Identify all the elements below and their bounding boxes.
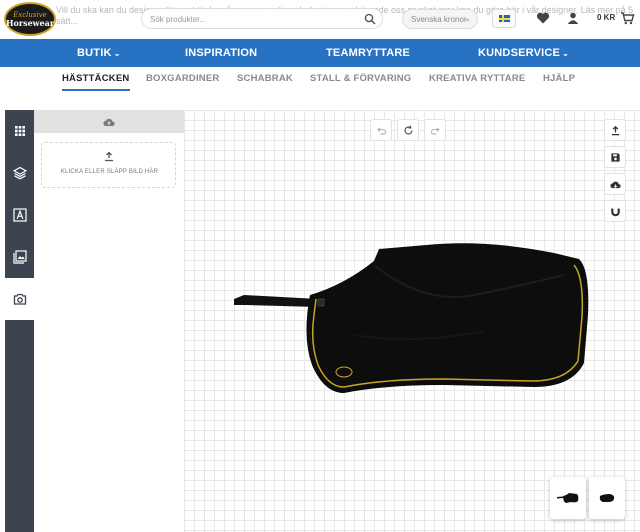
tool-templates[interactable]: [5, 110, 34, 152]
tab-schabrak[interactable]: SCHABRAK: [237, 73, 293, 84]
save-icon: [610, 152, 620, 162]
blanket-body: [306, 243, 589, 393]
save-button[interactable]: [604, 146, 626, 168]
strap-buckle-icon: [317, 298, 325, 307]
top-header: Vill du ska kan du designa ditt eget täc…: [0, 0, 640, 39]
reset-icon: [403, 125, 413, 135]
search-input[interactable]: [150, 12, 360, 26]
nav-item-teamryttare[interactable]: TEAMRYTTARE: [326, 39, 410, 67]
camera-icon: [13, 293, 26, 305]
currency-label: Svenska kronor: [411, 15, 467, 24]
tool-layers[interactable]: [5, 152, 34, 194]
thumbnail-view-left[interactable]: [550, 477, 586, 519]
search-icon[interactable]: [364, 13, 376, 25]
undo-icon: [376, 126, 386, 135]
snap-button[interactable]: [604, 200, 626, 222]
upload-panel-header: [34, 110, 184, 133]
upload-panel: KLICKA ELLER SLÄPP BILD HÄR: [34, 110, 184, 532]
logo-line2: Horsewear: [5, 17, 55, 28]
tab-hjalp[interactable]: HJÄLP: [543, 73, 575, 84]
layers-icon: [12, 166, 27, 180]
nav-item-label: BUTIK: [77, 47, 112, 59]
blanket-thumbnail-icon: [557, 493, 579, 503]
cloud-icon: [609, 181, 621, 188]
tab-stall-forvaring[interactable]: STALL & FÖRVARING: [310, 73, 411, 84]
swedish-flag-icon: [499, 15, 510, 22]
site-logo[interactable]: Exclusive Horsewear: [4, 2, 56, 36]
tab-boxgardiner[interactable]: BOXGARDINER: [146, 73, 219, 84]
image-icon: [12, 250, 27, 264]
user-icon[interactable]: [566, 11, 580, 25]
designer-tool-rail: [5, 110, 34, 532]
tab-hasttacken[interactable]: HÄSTTÄCKEN: [62, 73, 129, 84]
cloud-upload-icon: [103, 118, 115, 126]
export-button[interactable]: [604, 119, 626, 141]
upload-dropzone[interactable]: KLICKA ELLER SLÄPP BILD HÄR: [41, 142, 176, 188]
heart-icon[interactable]: [536, 11, 550, 25]
magnet-icon: [610, 206, 620, 216]
cart-total[interactable]: 0 KR: [597, 13, 615, 22]
chevron-down-icon: ⌄: [113, 49, 121, 58]
currency-select[interactable]: Svenska kronor ⌄: [402, 9, 478, 29]
tool-upload-photo[interactable]: [5, 278, 34, 320]
upload-icon: [105, 151, 113, 162]
nav-item-kundservice[interactable]: KUNDSERVICE ⌄: [478, 39, 569, 67]
nav-item-label: TEAMRYTTARE: [326, 47, 411, 59]
undo-button[interactable]: [370, 119, 392, 141]
category-nav: HÄSTTÄCKEN BOXGARDINER SCHABRAK STALL & …: [0, 67, 640, 95]
cloud-save-button[interactable]: [604, 173, 626, 195]
nav-item-label: KUNDSERVICE: [478, 47, 561, 59]
search-box: [141, 8, 383, 29]
upload-icon: [611, 125, 619, 135]
reset-button[interactable]: [397, 119, 419, 141]
blanket-thumbnail-icon: [599, 494, 615, 502]
main-nav: BUTIK ⌄ INSPIRATION TEAMRYTTARE KUNDSERVI…: [0, 39, 640, 67]
tool-images[interactable]: [5, 236, 34, 278]
horse-blanket-preview[interactable]: [234, 235, 594, 395]
nav-item-butik[interactable]: BUTIK ⌄: [77, 39, 121, 67]
cart-icon[interactable]: [620, 11, 635, 25]
nav-item-label: INSPIRATION: [185, 47, 258, 59]
tool-text[interactable]: [5, 194, 34, 236]
nav-item-inspiration[interactable]: INSPIRATION: [185, 39, 257, 67]
grid-icon: [14, 126, 25, 136]
text-icon: [12, 208, 27, 222]
upload-instruction: KLICKA ELLER SLÄPP BILD HÄR: [60, 169, 159, 175]
redo-button[interactable]: [424, 119, 446, 141]
tab-kreativa-ryttare[interactable]: KREATIVA RYTTARE: [429, 73, 525, 84]
chevron-down-icon: ⌄: [562, 49, 569, 58]
chevron-down-icon: ⌄: [464, 14, 471, 23]
design-canvas[interactable]: [184, 110, 640, 532]
thumbnail-view-right[interactable]: [589, 477, 625, 519]
language-selector[interactable]: [492, 9, 516, 28]
active-tab-indicator: [62, 89, 130, 91]
redo-icon: [430, 126, 440, 135]
